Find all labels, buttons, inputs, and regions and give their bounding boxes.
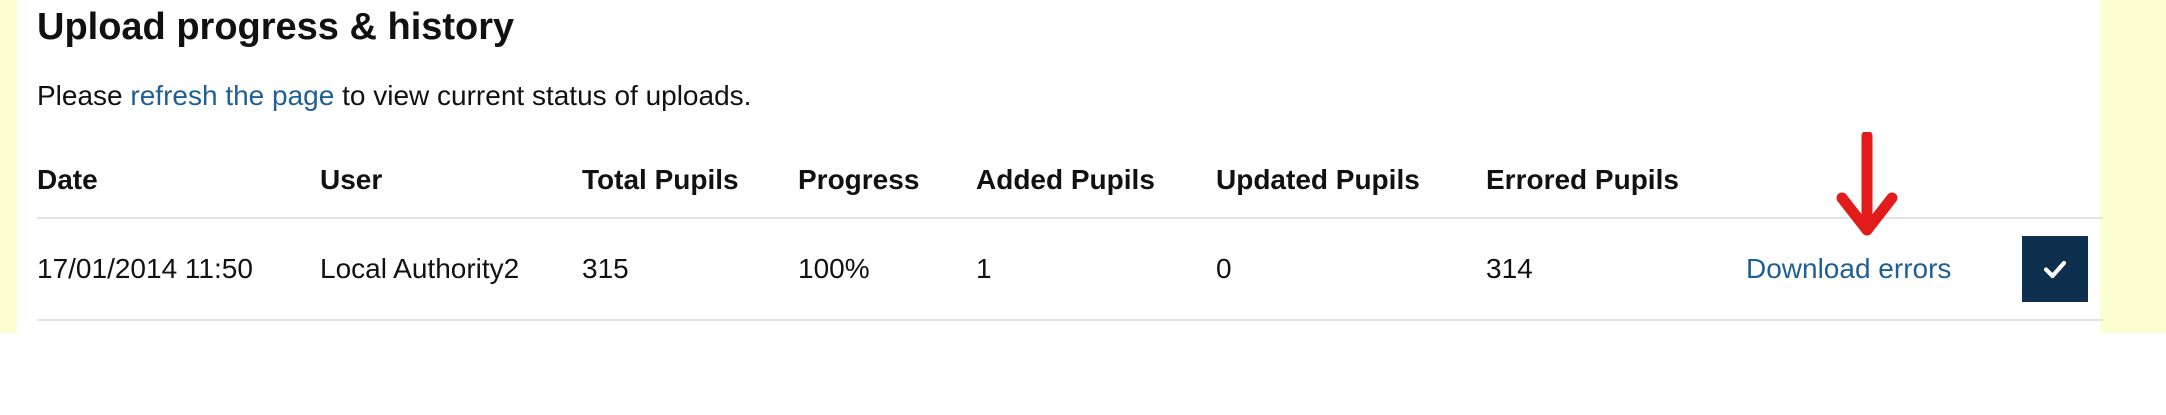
row-divider <box>37 319 2103 321</box>
upload-history-panel: Upload progress & history Please refresh… <box>17 0 2103 333</box>
column-header-total-pupils: Total Pupils <box>582 164 739 195</box>
header-divider <box>37 217 2103 219</box>
red-down-arrow-icon <box>1836 132 1898 236</box>
intro-text: Please refresh the page to view current … <box>37 80 751 112</box>
intro-text-after: to view current status of uploads. <box>334 80 752 111</box>
page-title: Upload progress & history <box>37 6 515 48</box>
intro-text-before: Please <box>37 80 131 111</box>
screenshot-stage: Upload progress & history Please refresh… <box>0 0 2166 415</box>
cell-total-pupils: 315 <box>582 253 629 284</box>
cell-progress: 100% <box>798 253 870 284</box>
check-icon <box>2043 260 2067 279</box>
column-header-user: User <box>320 164 383 195</box>
column-header-errored-pupils: Errored Pupils <box>1486 164 1679 195</box>
cell-added-pupils: 1 <box>976 253 992 284</box>
column-header-added-pupils: Added Pupils <box>976 164 1155 195</box>
column-header-updated-pupils: Updated Pupils <box>1216 164 1420 195</box>
status-button[interactable] <box>2022 236 2088 302</box>
download-errors-link[interactable]: Download errors <box>1746 253 1951 285</box>
cell-date: 17/01/2014 11:50 <box>37 253 253 284</box>
column-header-date: Date <box>37 164 98 195</box>
cell-user: Local Authority2 <box>320 253 520 284</box>
column-header-progress: Progress <box>798 164 920 195</box>
refresh-page-link[interactable]: refresh the page <box>130 80 334 111</box>
cell-updated-pupils: 0 <box>1216 253 1232 284</box>
cell-errored-pupils: 314 <box>1486 253 1533 284</box>
